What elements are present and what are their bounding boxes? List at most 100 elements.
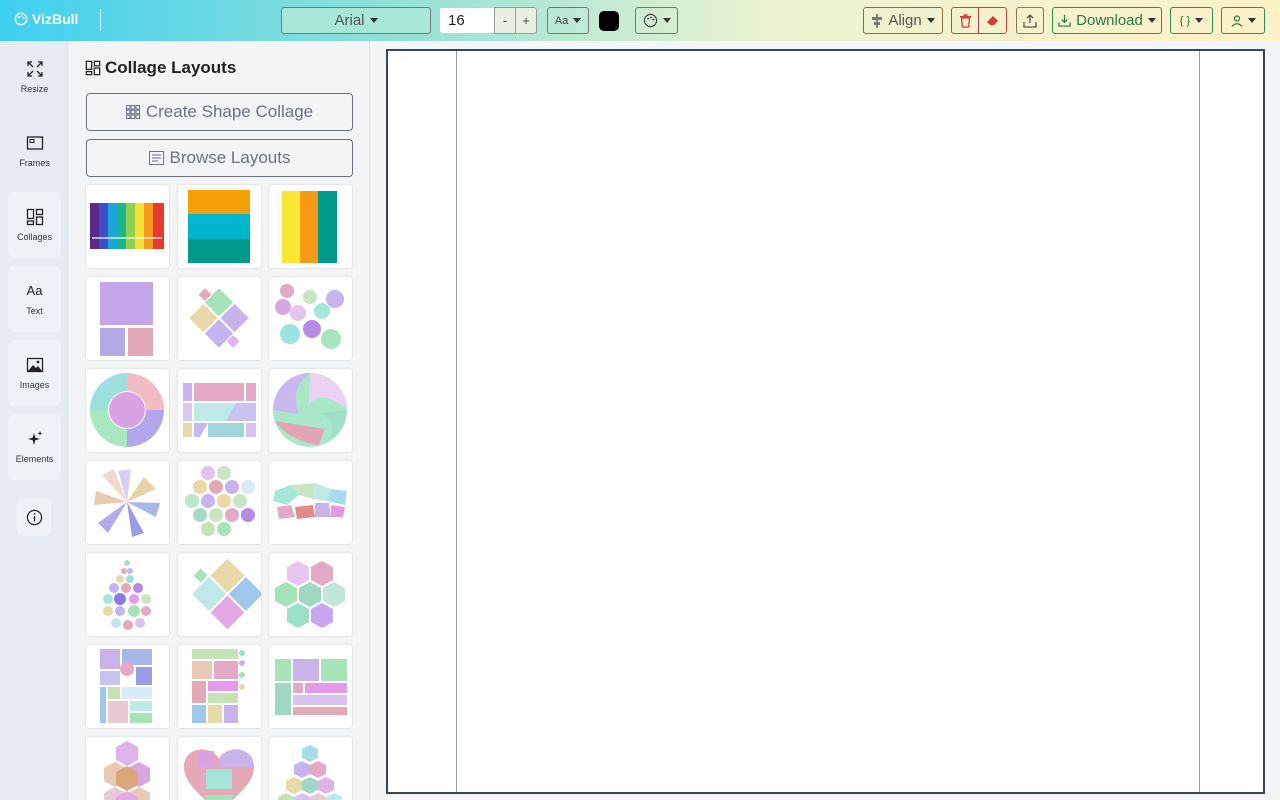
- layout-preview: [100, 282, 153, 356]
- layout-thumb-three-horizontal-bands[interactable]: [178, 185, 261, 268]
- layout-preview: [275, 561, 345, 628]
- code-button[interactable]: { }: [1170, 7, 1213, 34]
- canvas-guide-left: [456, 51, 457, 792]
- text-case-label: Aa: [554, 14, 569, 27]
- text-color-swatch[interactable]: [599, 11, 619, 31]
- layout-thumb-pinwheel[interactable]: [86, 461, 169, 544]
- palette-button[interactable]: [635, 7, 678, 34]
- collage-icon: [26, 208, 43, 226]
- download-icon: [1058, 14, 1071, 27]
- layout-thumb-donut-ring[interactable]: [86, 369, 169, 452]
- font-family-select[interactable]: Arial: [281, 7, 431, 34]
- delete-button[interactable]: [951, 7, 979, 34]
- layout-preview: [189, 288, 249, 348]
- layout-thumb-hexagon-honeycomb[interactable]: [178, 461, 261, 544]
- layout-preview: [90, 373, 164, 447]
- layout-preview: [100, 649, 152, 723]
- layout-preview: [273, 483, 347, 519]
- layout-thumb-rainbow-stripes[interactable]: [86, 185, 169, 268]
- eraser-icon: [986, 16, 998, 25]
- panel-title: Collage Layouts: [85, 58, 236, 78]
- rail-label: Elements: [15, 454, 54, 464]
- rail-item-collages[interactable]: Collages: [8, 192, 61, 258]
- design-canvas[interactable]: [386, 49, 1265, 794]
- rail-item-frames[interactable]: Frames: [8, 118, 61, 184]
- browse-layouts-label: Browse Layouts: [169, 148, 291, 167]
- layout-preview: [94, 469, 160, 537]
- rail-item-text[interactable]: Aa Text: [8, 266, 61, 332]
- chevron-down-icon: [926, 18, 935, 23]
- collage-panel: Collage Layouts Create Shape Collage Bro…: [69, 41, 370, 800]
- layout-thumb-hexagon-stack[interactable]: [86, 737, 169, 800]
- brand-name: VizBull: [32, 11, 79, 27]
- download-label: Download: [1076, 12, 1143, 29]
- clear-button[interactable]: [978, 7, 1007, 34]
- rail-item-resize[interactable]: Resize: [8, 44, 61, 110]
- layout-preview: [185, 466, 255, 536]
- layout-preview: [282, 191, 337, 263]
- rail-label: Collages: [16, 232, 53, 242]
- align-button[interactable]: Align: [863, 7, 943, 34]
- left-rail: Resize Frames Collages Aa Text Images El…: [0, 41, 69, 800]
- layout-preview: [104, 741, 150, 800]
- text-icon: Aa: [26, 283, 43, 298]
- layout-thumb-droplet-circles[interactable]: [86, 553, 169, 636]
- layout-preview: [275, 659, 347, 715]
- layout-thumb-rotated-squares[interactable]: [178, 553, 261, 636]
- user-menu-button[interactable]: [1221, 7, 1265, 34]
- layout-thumb-tall-grid[interactable]: [178, 645, 261, 728]
- layout-thumb-square-grid[interactable]: [86, 277, 169, 360]
- chevron-down-icon: [662, 18, 671, 23]
- layout-preview: [275, 284, 344, 349]
- panel-title-text: Collage Layouts: [105, 58, 237, 77]
- chevron-down-icon: [369, 18, 378, 23]
- layout-thumb-jigsaw-heart[interactable]: [178, 737, 261, 800]
- layout-preview: [278, 745, 342, 800]
- chevron-down-icon: [573, 18, 582, 23]
- layout-thumb-diagonal-split[interactable]: [178, 369, 261, 452]
- info-icon: [26, 509, 42, 525]
- grid-icon: [125, 105, 140, 119]
- create-shape-collage-button[interactable]: Create Shape Collage: [86, 93, 353, 131]
- download-button[interactable]: Download: [1052, 7, 1162, 34]
- rail-label: Images: [19, 380, 50, 390]
- palette-icon: [14, 12, 28, 26]
- layout-preview: [273, 373, 347, 447]
- layout-thumb-three-vertical-bands[interactable]: [269, 185, 352, 268]
- palette-icon: [643, 13, 657, 28]
- text-case-button[interactable]: Aa: [547, 7, 589, 34]
- layout-preview: [188, 190, 250, 263]
- font-family-value: Arial: [334, 12, 365, 29]
- rail-item-images[interactable]: Images: [8, 340, 61, 406]
- upload-button[interactable]: [1016, 7, 1044, 34]
- layout-thumb-hexagon-pyramid[interactable]: [269, 737, 352, 800]
- canvas-guide-right: [1199, 51, 1200, 792]
- user-icon: [1231, 14, 1242, 27]
- font-size-increase-button[interactable]: +: [515, 7, 537, 34]
- layout-thumb-volleyball[interactable]: [269, 369, 352, 452]
- upload-icon: [1023, 13, 1037, 28]
- top-toolbar: VizBull Arial 16 - + Aa Align Download {…: [0, 0, 1280, 41]
- rail-label: Resize: [20, 84, 49, 94]
- rail-item-elements[interactable]: Elements: [8, 414, 61, 480]
- chevron-down-icon: [1247, 18, 1256, 23]
- canvas-area: [370, 41, 1280, 800]
- font-size-input[interactable]: 16: [439, 7, 494, 34]
- browse-layouts-button[interactable]: Browse Layouts: [86, 139, 353, 177]
- layout-preview: [184, 749, 254, 800]
- resize-icon: [26, 61, 43, 77]
- layout-thumb-wide-grid[interactable]: [269, 645, 352, 728]
- create-shape-collage-label: Create Shape Collage: [145, 102, 314, 121]
- layout-thumb-flower-cluster[interactable]: [269, 277, 352, 360]
- layout-thumb-block-mosaic[interactable]: [86, 645, 169, 728]
- info-button[interactable]: [17, 498, 51, 536]
- layout-thumb-diamond-mosaic[interactable]: [178, 277, 261, 360]
- layout-thumb-hexagon-cluster[interactable]: [269, 553, 352, 636]
- brand-logo[interactable]: VizBull: [14, 11, 78, 27]
- layout-thumb-polygon-mosaic[interactable]: [269, 461, 352, 544]
- layout-preview: [192, 649, 245, 723]
- layout-list-icon: [148, 151, 164, 165]
- align-icon: [872, 13, 883, 28]
- font-size-decrease-button[interactable]: -: [494, 7, 516, 34]
- rail-label: Text: [26, 306, 43, 316]
